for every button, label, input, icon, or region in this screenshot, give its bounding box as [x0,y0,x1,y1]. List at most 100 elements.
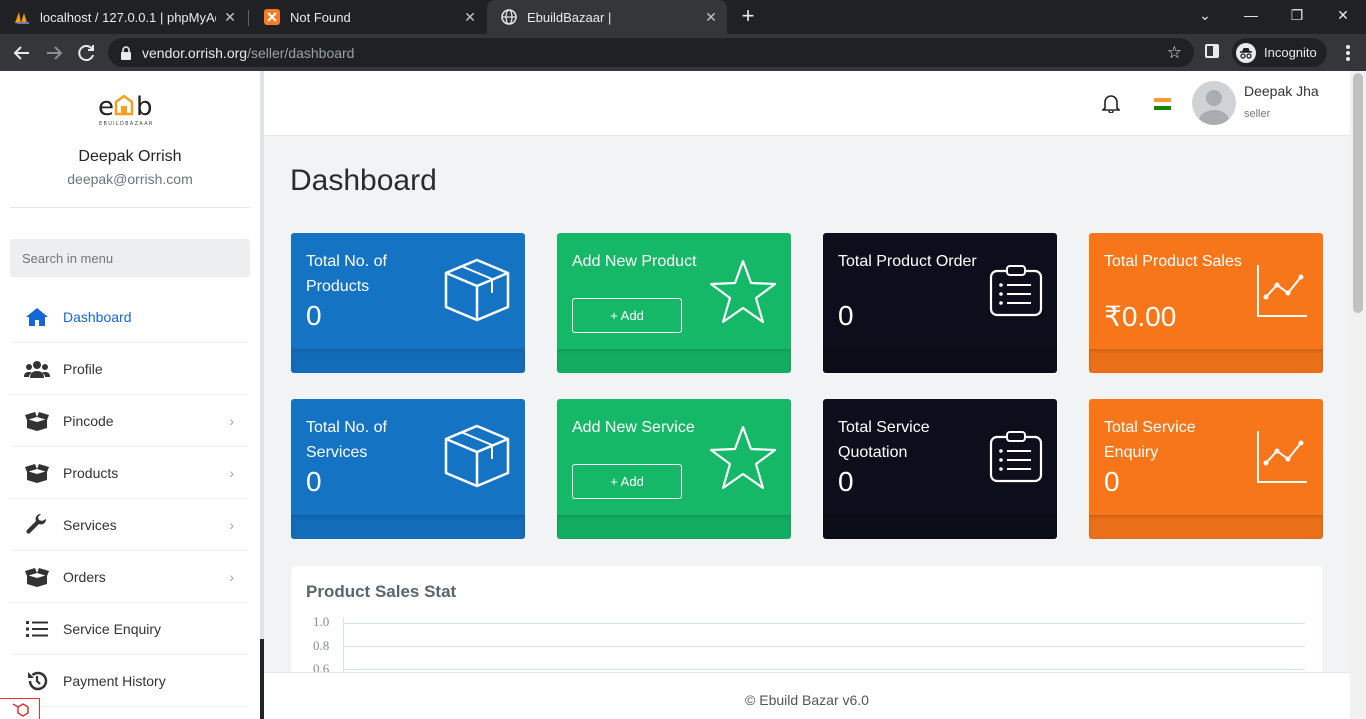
box-icon [443,423,511,494]
sidebar-item-label: Service Enquiry [63,620,162,637]
card-title: Total Service Quotation [838,419,930,461]
sidebar-item-services[interactable]: Services › [10,499,248,551]
svg-text:EBUILDBAZAAR: EBUILDBAZAAR [99,121,154,127]
sidebar-item-payment-history[interactable]: Payment History [10,655,248,707]
close-tab-icon[interactable]: ✕ [222,9,238,25]
card-total-product-sales[interactable]: Total Product Sales ₹0.00 [1089,233,1323,373]
sidebar-item-orders[interactable]: Orders › [10,551,248,603]
box-open-icon [23,409,51,433]
side-panel-icon[interactable] [1205,44,1219,58]
sidebar-item-label: Services [63,516,117,533]
grid-line [343,623,1305,624]
avatar[interactable] [1192,81,1236,125]
incognito-label: Incognito [1264,45,1317,60]
browser-menu-icon[interactable] [1340,44,1356,62]
card-value: 0 [306,300,322,331]
sidebar-item-pincode[interactable]: Pincode › [10,395,248,447]
sidebar-item-label: Payment History [63,672,166,689]
top-navbar: Deepak Jha seller [264,71,1350,136]
back-button[interactable] [9,40,35,66]
incognito-indicator[interactable]: Incognito [1232,38,1327,67]
browser-tab-ebuildbazaar[interactable]: EbuildBazaar | ✕ [487,0,727,34]
card-title: Total No. of Products [306,253,387,295]
arrow-right-icon [47,46,63,60]
globe-icon [501,9,517,25]
url-path: /seller/dashboard [247,45,355,61]
address-bar[interactable]: vendor.orrish.org/seller/dashboard ☆ [108,38,1194,67]
browser-tab-phpmyadmin[interactable]: localhost / 127.0.0.1 | phpMyAdmin ✕ [0,0,246,34]
card-total-service-quotation[interactable]: Total Service Quotation 0 [823,399,1057,539]
chevron-right-icon: › [229,465,234,481]
sidebar-item-label: Orders [63,568,106,585]
close-window-button[interactable]: ✕ [1320,0,1366,34]
card-value: 0 [838,300,854,331]
ebuildbazaar-logo[interactable]: e b EBUILDBAZAAR [96,88,166,128]
svg-text:e: e [98,92,114,122]
url-host: vendor.orrish.org [142,45,248,61]
sidebar-item-service-enquiry[interactable]: Service Enquiry [10,603,248,655]
page-footer: © Ebuild Bazar v6.0 [264,672,1350,719]
sidebar-item-profile[interactable]: Profile [10,343,248,395]
home-icon [23,305,51,329]
add-service-button[interactable]: + Add [572,464,682,499]
sidebar-item-products[interactable]: Products › [10,447,248,499]
card-title: Total Product Order [838,253,977,270]
card-total-services[interactable]: Total No. of Services 0 [291,399,525,539]
india-flag-icon[interactable] [1154,98,1171,110]
minimize-button[interactable]: — [1228,0,1274,34]
clipboard-list-icon [989,265,1043,322]
phpmyadmin-favicon-icon [14,9,30,25]
card-footer [291,349,525,373]
svg-text:b: b [136,92,153,122]
browser-tab-not-found[interactable]: Not Found ✕ [250,0,486,34]
topbar-user-name[interactable]: Deepak Jha [1244,83,1319,99]
chevron-right-icon: › [229,517,234,533]
card-footer [1089,349,1323,373]
topbar-user-role: seller [1244,108,1271,120]
card-title: Total Service Enquiry [1104,419,1196,461]
new-tab-button[interactable]: + [737,5,759,28]
close-tab-icon[interactable]: ✕ [462,9,478,25]
wrench-icon [23,513,51,537]
card-value: 0 [306,466,322,497]
card-total-service-enquiry[interactable]: Total Service Enquiry 0 [1089,399,1323,539]
forward-button[interactable] [41,40,67,66]
bookmark-star-icon[interactable]: ☆ [1167,43,1182,63]
card-footer [557,515,791,539]
xampp-favicon-icon [264,9,280,25]
sidebar-user-email: deepak@orrish.com [67,171,193,187]
page-scrollbar[interactable] [1350,71,1366,719]
tab-divider [248,10,249,26]
restore-button[interactable]: ❐ [1274,0,1320,34]
card-value: ₹0.00 [1104,301,1177,332]
url-text: vendor.orrish.org/seller/dashboard [142,45,354,61]
card-total-products[interactable]: Total No. of Products 0 [291,233,525,373]
sidebar-item-label: Pincode [63,412,114,429]
clipboard-list-icon [989,431,1043,488]
laravel-debugbar-icon[interactable] [0,698,40,719]
sidebar-scrollbar[interactable] [260,71,264,719]
add-product-button[interactable]: + Add [572,298,682,333]
sidebar-item-dashboard[interactable]: Dashboard [10,291,248,343]
page-title: Dashboard [290,164,437,197]
line-chart-icon [1255,429,1309,490]
sidebar-item-label: Dashboard [63,308,132,325]
bell-icon[interactable] [1101,93,1121,118]
reload-icon [78,45,94,62]
close-tab-icon[interactable]: ✕ [703,9,719,25]
tab-title: Not Found [290,9,351,25]
box-open-icon [23,565,51,589]
tab-title: localhost / 127.0.0.1 | phpMyAdmin [40,9,216,25]
sidebar-user-name: Deepak Orrish [78,148,182,165]
tab-search-dropdown-button[interactable]: ⌄ [1182,0,1228,34]
card-footer [291,515,525,539]
list-icon [23,617,51,641]
reload-button[interactable] [73,40,99,66]
menu-search-input[interactable] [10,239,250,277]
chevron-right-icon: › [229,413,234,429]
line-chart-icon [1255,263,1309,324]
box-open-icon [23,461,51,485]
history-icon [23,669,51,693]
card-total-product-order[interactable]: Total Product Order 0 [823,233,1057,373]
card-footer [1089,515,1323,539]
